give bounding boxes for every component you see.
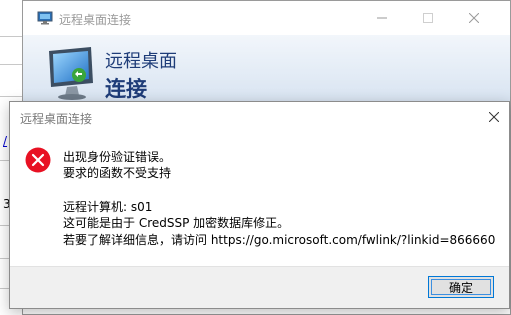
background-divider xyxy=(0,36,22,37)
error-icon xyxy=(25,147,51,173)
close-button[interactable] xyxy=(451,1,497,35)
dialog-titlebar[interactable]: 远程桌面连接 xyxy=(10,102,509,132)
maximize-icon xyxy=(423,13,433,23)
remote-desktop-icon xyxy=(37,11,53,25)
remote-computer-line: 远程计算机: s01 xyxy=(63,200,153,214)
more-info-line: 若要了解详细信息，请访问 https://go.microsoft.com/fw… xyxy=(63,233,496,247)
cause-line: 这可能是由于 CredSSP 加密数据库修正。 xyxy=(63,216,290,230)
error-dialog: 远程桌面连接 出现身份验证错误。 要求的函数不受支持 远程计算机: s01 这可… xyxy=(9,101,510,309)
close-icon xyxy=(469,13,479,23)
error-message-line: 要求的函数不受支持 xyxy=(63,166,172,180)
close-icon xyxy=(489,112,499,122)
main-window-title: 远程桌面连接 xyxy=(59,13,132,27)
dialog-title: 远程桌面连接 xyxy=(20,112,93,126)
monitor-icon xyxy=(49,47,93,100)
background-divider xyxy=(0,64,22,65)
main-titlebar[interactable]: 远程桌面连接 xyxy=(23,1,510,35)
minimize-button[interactable] xyxy=(359,1,405,35)
error-message-line: 出现身份验证错误。 xyxy=(63,150,172,164)
ok-button[interactable]: 确定 xyxy=(428,276,494,298)
dialog-footer: 确定 xyxy=(10,266,509,308)
background-divider xyxy=(0,96,22,97)
maximize-button[interactable] xyxy=(405,1,451,35)
dialog-close-button[interactable] xyxy=(485,108,503,126)
minimize-icon xyxy=(377,17,387,19)
banner-title-line1: 远程桌面 xyxy=(105,51,177,72)
banner-title-line2: 连接 xyxy=(105,77,147,101)
background-link[interactable]: / xyxy=(3,134,7,148)
connection-banner: 远程桌面 连接 xyxy=(23,35,510,105)
